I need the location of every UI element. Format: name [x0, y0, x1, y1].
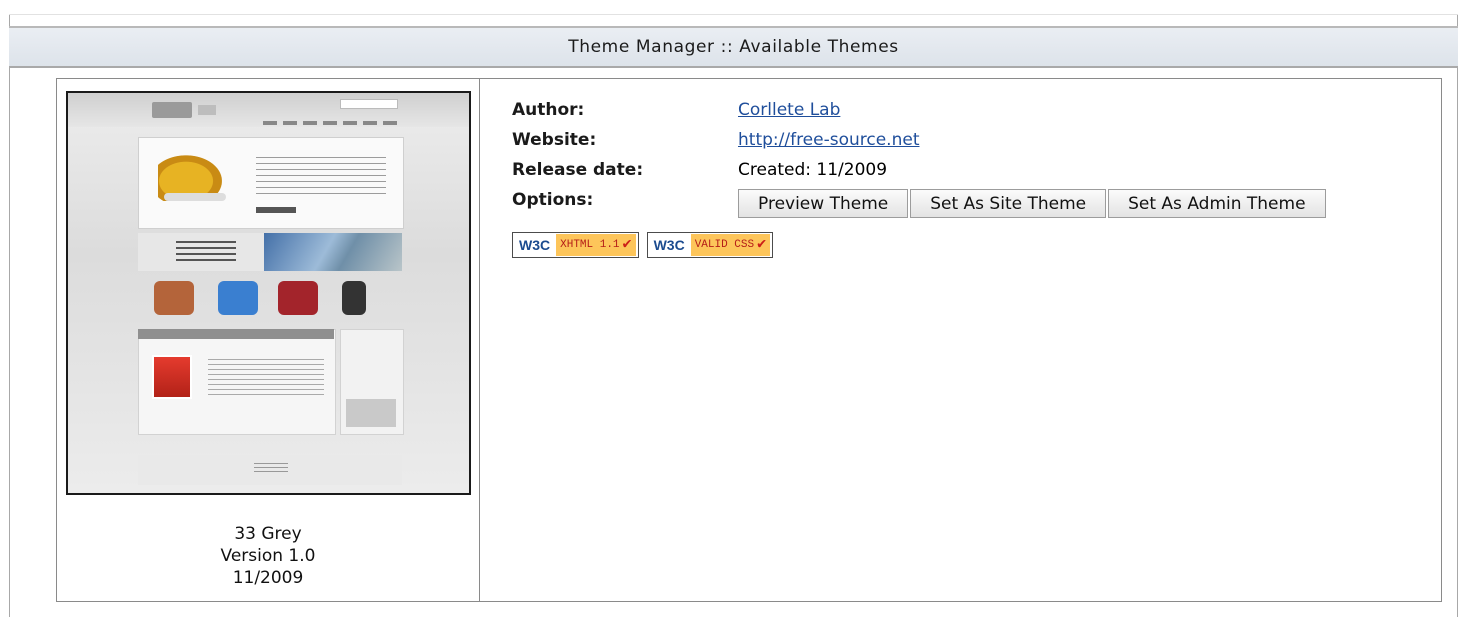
preview-logo-mark: [198, 105, 216, 115]
author-link[interactable]: Corllete Lab: [738, 100, 840, 120]
theme-version: Version 1.0: [220, 546, 316, 566]
preview-search-box: [340, 99, 398, 109]
preview-theme-button[interactable]: Preview Theme: [738, 189, 909, 218]
preview-nav-bar: [263, 121, 403, 125]
css-badge[interactable]: W3C VALID CSS ✔: [646, 232, 774, 258]
validation-badges: W3C XHTML 1.1 ✔ W3C VALID CSS ✔: [512, 232, 774, 258]
set-site-theme-button[interactable]: Set As Site Theme: [910, 189, 1107, 218]
w3c-logo-icon: W3C: [519, 237, 551, 253]
theme-thumbnail-column: 33 Grey Version 1.0 11/2009: [57, 79, 480, 601]
page-title: Theme Manager :: Available Themes: [568, 37, 899, 57]
theme-info-table: Author: Corllete Lab Website: http://fre…: [512, 99, 1328, 219]
options-row: Options: Preview Theme Set As Site Theme S…: [512, 189, 1328, 219]
website-link[interactable]: http://free-source.net: [738, 130, 920, 150]
preview-feature-text: [256, 157, 386, 197]
preview-shoe-shadow: [164, 193, 226, 201]
panel-header: Theme Manager :: Available Themes: [9, 26, 1458, 68]
preview-product-strip: [138, 281, 402, 321]
author-label: Author:: [512, 100, 585, 120]
theme-entry: 33 Grey Version 1.0 11/2009 Author: Corl…: [56, 78, 1442, 602]
preview-tab-bar: [138, 329, 334, 339]
theme-details-column: Author: Corllete Lab Website: http://fre…: [480, 79, 1441, 601]
theme-name: 33 Grey: [234, 524, 302, 544]
preview-sidebar-image: [346, 399, 396, 427]
css-badge-label: VALID CSS: [694, 239, 755, 251]
website-label: Website:: [512, 130, 597, 150]
release-value: Created: 11/2009: [738, 160, 888, 180]
theme-preview-image: [66, 91, 471, 495]
preview-product-boot: [154, 281, 194, 315]
preview-logo: [152, 102, 192, 118]
preview-content-text: [208, 359, 324, 399]
checkmark-icon: ✔: [622, 236, 632, 253]
checkmark-icon: ✔: [757, 236, 767, 253]
preview-footer-logo: [254, 463, 288, 475]
xhtml-badge[interactable]: W3C XHTML 1.1 ✔: [512, 232, 639, 258]
preview-promo-image: [264, 233, 402, 271]
preview-product-watch: [342, 281, 366, 315]
website-row: Website: http://free-source.net: [512, 129, 1328, 159]
theme-date: 11/2009: [232, 568, 304, 588]
preview-product-box: [152, 355, 192, 399]
preview-promo-text: [176, 241, 236, 261]
set-admin-theme-button[interactable]: Set As Admin Theme: [1108, 189, 1326, 218]
xhtml-badge-label: XHTML 1.1: [560, 239, 620, 251]
preview-feature-button: [256, 207, 296, 213]
release-row: Release date: Created: 11/2009: [512, 159, 1328, 189]
release-label: Release date:: [512, 160, 644, 180]
preview-product-bag: [278, 281, 318, 315]
theme-caption: 33 Grey Version 1.0 11/2009: [57, 523, 479, 589]
w3c-logo-icon: W3C: [653, 237, 685, 253]
preview-product-jacket: [218, 281, 258, 315]
options-label: Options:: [512, 190, 594, 210]
author-row: Author: Corllete Lab: [512, 99, 1328, 129]
